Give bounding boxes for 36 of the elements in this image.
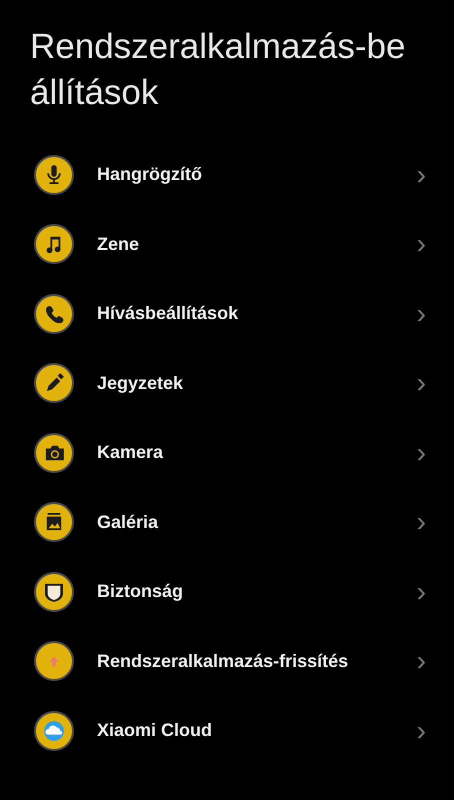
phone-icon bbox=[34, 294, 74, 334]
chevron-icon: › bbox=[416, 300, 426, 328]
item-label: Galéria bbox=[97, 512, 160, 533]
shield-icon bbox=[34, 572, 74, 612]
item-label: Xiaomi Cloud bbox=[97, 720, 214, 742]
chevron-icon: › bbox=[416, 160, 426, 189]
settings-item[interactable]: Galéria › bbox=[0, 488, 454, 557]
microphone-icon bbox=[34, 154, 74, 195]
settings-item[interactable]: Jegyzetek › bbox=[0, 348, 454, 418]
chevron-icon: › bbox=[416, 716, 426, 745]
chevron-icon: › bbox=[416, 647, 426, 676]
settings-item[interactable]: Hívásbeállítások › bbox=[0, 279, 454, 348]
item-label: Hangrögzítő bbox=[97, 164, 203, 186]
page-title: Rendszeralkalmazás-beállítások bbox=[29, 26, 406, 114]
chevron-icon: › bbox=[416, 578, 426, 606]
settings-item[interactable]: Zene › bbox=[0, 210, 454, 279]
gallery-icon bbox=[34, 502, 74, 542]
chevron-icon: › bbox=[416, 230, 426, 258]
settings-item[interactable]: Kamera › bbox=[0, 418, 454, 488]
camera-icon bbox=[34, 432, 74, 473]
music-note-icon bbox=[34, 224, 74, 264]
item-label: Kamera bbox=[97, 442, 164, 464]
settings-item[interactable]: Biztonság › bbox=[0, 557, 454, 626]
item-label: Zene bbox=[97, 234, 140, 255]
item-label: Hívásbeállítások bbox=[97, 303, 240, 324]
settings-item[interactable]: Rendszeralkalmazás-frissítés › bbox=[0, 626, 454, 696]
item-label: Rendszeralkalmazás-frissítés bbox=[97, 650, 350, 672]
settings-item[interactable]: Hangrögzítő › bbox=[0, 140, 454, 210]
item-label: Jegyzetek bbox=[97, 372, 184, 394]
chevron-icon: › bbox=[416, 508, 426, 536]
cloud-icon bbox=[34, 710, 74, 751]
settings-item[interactable]: Xiaomi Cloud › bbox=[0, 696, 454, 766]
pen-icon bbox=[34, 363, 74, 404]
chevron-icon: › bbox=[416, 438, 426, 467]
chevron-icon: › bbox=[416, 369, 426, 398]
item-label: Biztonság bbox=[97, 581, 184, 602]
